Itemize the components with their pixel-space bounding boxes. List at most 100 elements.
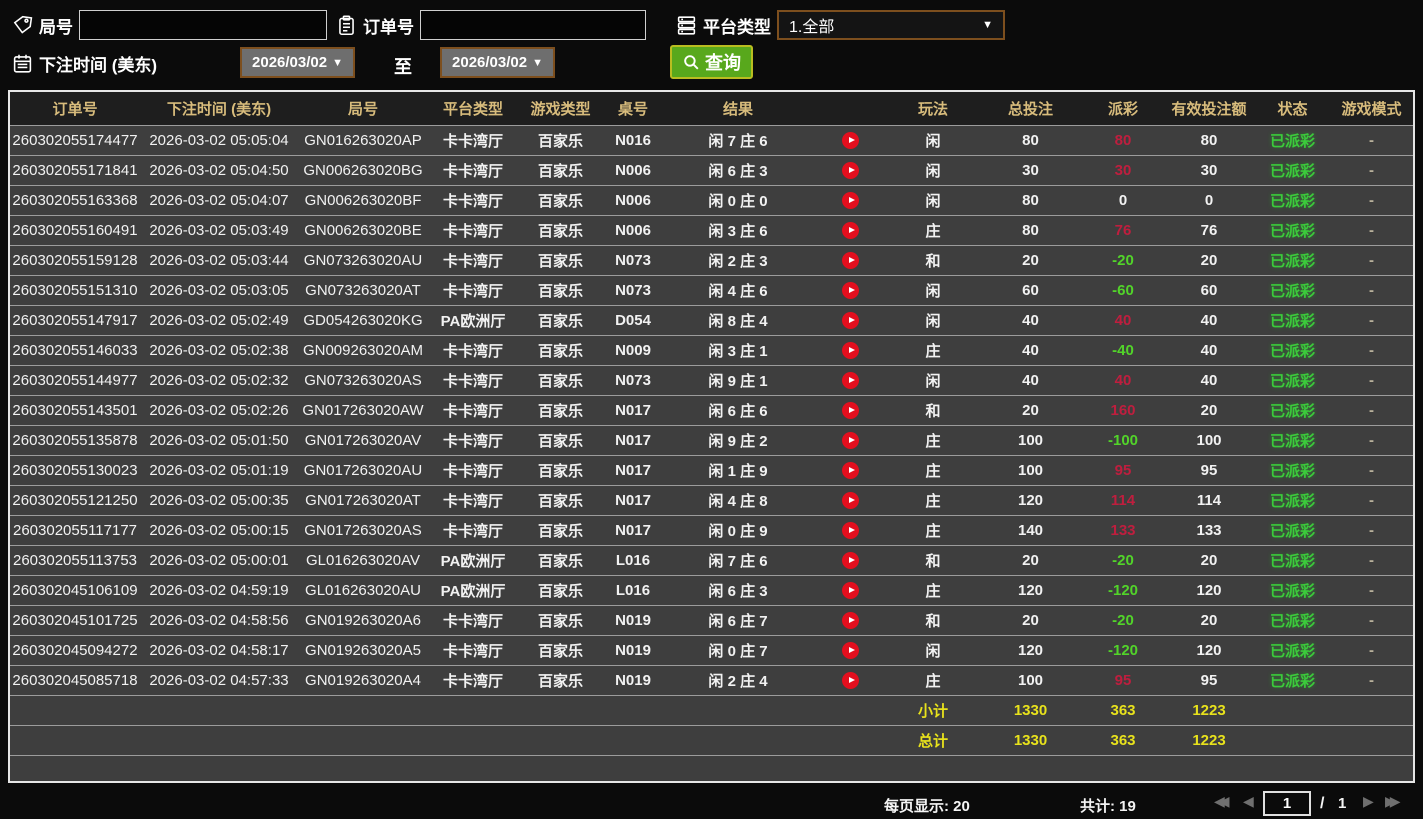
payout-cell: 95 <box>1083 455 1163 486</box>
valid-bet-cell: 0 <box>1163 185 1255 216</box>
order-no-cell: 260302045085718 <box>10 665 140 696</box>
result-cell: 闲 7 庄 6 <box>663 125 813 156</box>
bet-on-cell: 闲 <box>888 275 978 306</box>
table-no-cell: L016 <box>603 545 663 576</box>
replay-button[interactable] <box>842 611 859 629</box>
order-no-cell: 260302055160491 <box>10 215 140 246</box>
platform-type-select[interactable]: 1.全部 ▼ <box>777 10 1005 40</box>
replay-cell <box>813 275 888 306</box>
result-cell: 闲 2 庄 3 <box>663 245 813 276</box>
prev-page-button[interactable]: ◀ <box>1243 793 1254 810</box>
game-mode-cell: - <box>1330 455 1413 486</box>
replay-button[interactable] <box>842 581 859 599</box>
date-to-picker[interactable]: 2026/03/02 ▼ <box>440 47 555 78</box>
replay-cell <box>813 515 888 546</box>
replay-button[interactable] <box>842 251 859 269</box>
game-mode-cell: - <box>1330 605 1413 636</box>
replay-button[interactable] <box>842 221 859 239</box>
replay-button[interactable] <box>842 491 859 509</box>
subtotal-row-total-bet: 1330 <box>978 695 1083 726</box>
replay-button[interactable] <box>842 671 859 689</box>
replay-cell <box>813 155 888 186</box>
table-no-cell: N017 <box>603 425 663 456</box>
total-bet-cell: 100 <box>978 425 1083 456</box>
replay-button[interactable] <box>842 311 859 329</box>
result-cell: 闲 3 庄 1 <box>663 335 813 366</box>
platform-cell: 卡卡湾厅 <box>428 365 518 396</box>
game-mode-cell: - <box>1330 665 1413 696</box>
replay-button[interactable] <box>842 551 859 569</box>
total-row: 总计 1330 363 1223 <box>10 725 1413 756</box>
table-no-cell: N073 <box>603 245 663 276</box>
total-bet-cell: 20 <box>978 545 1083 576</box>
replay-button[interactable] <box>842 461 859 479</box>
status-cell: 已派彩 <box>1255 485 1330 516</box>
play-icon <box>848 407 855 414</box>
replay-button[interactable] <box>842 521 859 539</box>
date-to-value: 2026/03/02 <box>452 54 528 71</box>
game-type-cell: 百家乐 <box>518 635 603 666</box>
order-no-cell: 260302045106109 <box>10 575 140 606</box>
game-type-cell: 百家乐 <box>518 365 603 396</box>
result-cell: 闲 8 庄 4 <box>663 305 813 336</box>
order-no-filter: 订单号 <box>336 9 646 41</box>
empty-cell <box>813 725 888 756</box>
calendar-icon <box>13 54 32 73</box>
status-cell: 已派彩 <box>1255 275 1330 306</box>
payout-cell: -60 <box>1083 275 1163 306</box>
status-cell: 已派彩 <box>1255 665 1330 696</box>
page-input[interactable] <box>1263 791 1311 816</box>
platform-cell: 卡卡湾厅 <box>428 425 518 456</box>
game-no-cell: GL016263020AV <box>298 545 428 576</box>
game-no-cell: GN073263020AT <box>298 275 428 306</box>
order-no-cell: 260302055151310 <box>10 275 140 306</box>
pagination-bar: 每页显示: 20 共计: 19 ◀◀ ◀ / 1 ▶ ▶▶ <box>0 788 1423 819</box>
table-row: 260302055160491 2026-03-02 05:03:49 GN0062… <box>10 215 1413 246</box>
game-type-cell: 百家乐 <box>518 455 603 486</box>
bet-on-cell: 庄 <box>888 335 978 366</box>
game-mode-cell: - <box>1330 545 1413 576</box>
column-header: 游戏类型 <box>518 92 603 126</box>
total-bet-cell: 20 <box>978 605 1083 636</box>
payout-cell: -20 <box>1083 245 1163 276</box>
next-page-button[interactable]: ▶ <box>1363 793 1374 810</box>
table-row: 260302055146033 2026-03-02 05:02:38 GN0092… <box>10 335 1413 366</box>
replay-button[interactable] <box>842 371 859 389</box>
replay-button[interactable] <box>842 161 859 179</box>
order-no-cell: 260302055147917 <box>10 305 140 336</box>
total-bet-cell: 80 <box>978 215 1083 246</box>
replay-cell <box>813 305 888 336</box>
order-no-input[interactable] <box>420 10 646 40</box>
replay-button[interactable] <box>842 341 859 359</box>
replay-button[interactable] <box>842 431 859 449</box>
platform-type-filter: 平台类型 1.全部 ▼ <box>676 9 1005 41</box>
order-no-cell: 260302055159128 <box>10 245 140 276</box>
replay-button[interactable] <box>842 131 859 149</box>
platform-cell: 卡卡湾厅 <box>428 215 518 246</box>
replay-button[interactable] <box>842 281 859 299</box>
last-page-button[interactable]: ▶▶ <box>1385 793 1401 810</box>
game-no-filter: 局号 <box>12 9 327 41</box>
bet-time-cell: 2026-03-02 05:00:01 <box>140 545 298 576</box>
bet-on-cell: 闲 <box>888 155 978 186</box>
column-header: 玩法 <box>888 92 978 126</box>
table-row: 260302055163368 2026-03-02 05:04:07 GN0062… <box>10 185 1413 216</box>
query-button[interactable]: 查询 <box>670 45 753 79</box>
replay-button[interactable] <box>842 191 859 209</box>
game-no-input[interactable] <box>79 10 327 40</box>
bet-on-cell: 和 <box>888 395 978 426</box>
table-row: 260302055113753 2026-03-02 05:00:01 GL0162… <box>10 545 1413 576</box>
order-no-cell: 260302055121250 <box>10 485 140 516</box>
replay-button[interactable] <box>842 641 859 659</box>
game-type-cell: 百家乐 <box>518 575 603 606</box>
date-from-picker[interactable]: 2026/03/02 ▼ <box>240 47 355 78</box>
total-bet-cell: 100 <box>978 665 1083 696</box>
play-icon <box>848 467 855 474</box>
empty-cell <box>140 725 298 756</box>
total-bet-cell: 30 <box>978 155 1083 186</box>
replay-button[interactable] <box>842 401 859 419</box>
platform-cell: 卡卡湾厅 <box>428 515 518 546</box>
first-page-button[interactable]: ◀◀ <box>1214 793 1230 810</box>
result-cell: 闲 9 庄 1 <box>663 365 813 396</box>
order-no-cell: 260302055117177 <box>10 515 140 546</box>
